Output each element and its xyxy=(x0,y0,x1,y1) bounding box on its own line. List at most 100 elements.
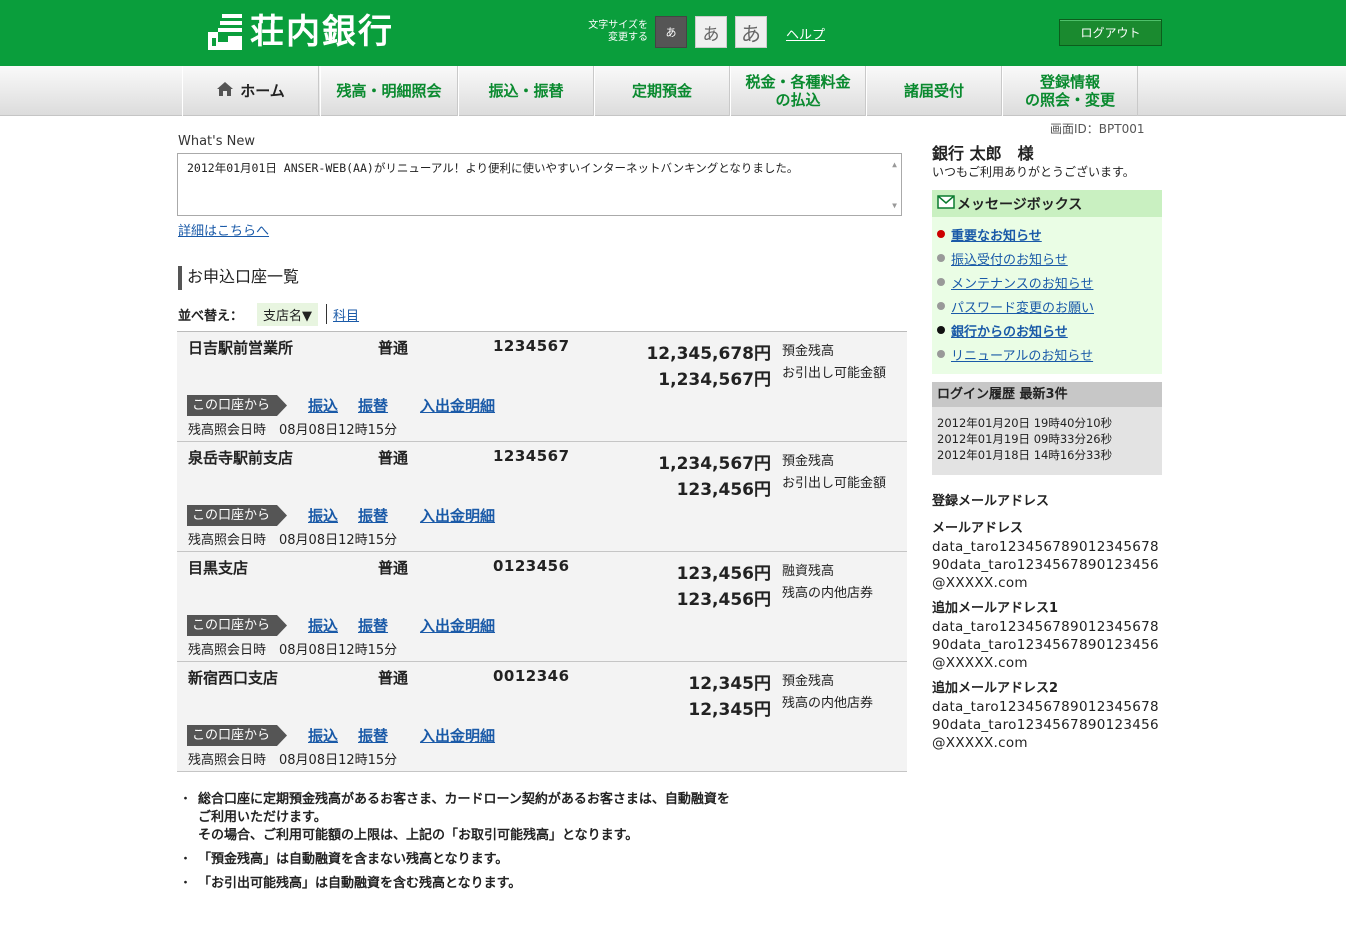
bullet-icon xyxy=(937,350,945,358)
screen-id: 画面ID：BPT001 xyxy=(1050,122,1145,136)
logo-text: 荘内銀行 xyxy=(250,12,394,52)
sort-divider xyxy=(326,304,328,324)
account-amount-primary: 12,345,678円 xyxy=(646,344,771,364)
account-amount-primary-label: 預金残高 xyxy=(782,344,835,359)
logout-button[interactable]: ログアウト xyxy=(1059,19,1162,46)
from-this-account-tag: この口座から xyxy=(187,505,287,526)
bullet-icon xyxy=(937,278,945,286)
account-type: 普通 xyxy=(378,559,409,577)
note-item: 「預金残高」は自動融資を含まない残高となります。 xyxy=(179,851,730,869)
account-type: 普通 xyxy=(378,339,409,357)
email-label: メールアドレス xyxy=(932,521,1024,536)
from-this-account-tag: この口座から xyxy=(187,725,287,746)
account-branch: 目黒支店 xyxy=(188,559,249,577)
account-amount-primary: 12,345円 xyxy=(688,674,771,694)
bank-logo[interactable]: 荘内銀行 xyxy=(206,12,394,52)
transfer-link[interactable]: 振込 xyxy=(308,395,338,416)
bullet-icon xyxy=(937,326,945,334)
bullet-icon xyxy=(937,302,945,310)
login-entry: 2012年01月18日 14時16分33秒 xyxy=(937,448,1113,462)
message-item[interactable]: パスワード変更のお願い xyxy=(932,294,1162,318)
account-amount-secondary-label: お引出し可能金額 xyxy=(782,476,887,491)
note-item: 総合口座に定期預金残高があるお客さま、カードローン契約があるお客さまは、自動融資… xyxy=(179,791,730,845)
scroll-down-icon[interactable]: ▼ xyxy=(892,198,897,213)
sort-by-subject-link[interactable]: 科目 xyxy=(333,305,359,324)
account-amount-primary-label: 預金残高 xyxy=(782,674,835,689)
user-name: 銀行 太郎 様 xyxy=(932,144,1034,163)
balance-inquiry-date: 残高照会日時 08月08日12時15分 xyxy=(188,643,398,658)
account-amount-secondary-label: 残高の内他店券 xyxy=(782,586,874,601)
statement-link[interactable]: 入出金明細 xyxy=(420,725,495,746)
account-amount-primary-label: 融資残高 xyxy=(782,564,835,579)
nav-registration[interactable]: 登録情報 の照会・変更 xyxy=(1002,66,1138,116)
nav-home[interactable]: ホーム xyxy=(182,66,319,116)
switch-link[interactable]: 振替 xyxy=(358,615,388,636)
mail-icon xyxy=(937,194,955,213)
account-branch: 泉岳寺駅前支店 xyxy=(188,449,294,467)
balance-inquiry-date: 残高照会日時 08月08日12時15分 xyxy=(188,753,398,768)
transfer-link[interactable]: 振込 xyxy=(308,505,338,526)
font-size-large-button[interactable]: あ xyxy=(735,16,767,48)
sort-row: 並べ替え： 支店名▼ 科目 xyxy=(178,302,359,326)
detail-link[interactable]: 詳細はこちらへ xyxy=(178,220,269,239)
bullet-icon xyxy=(937,254,945,262)
sort-by-branch-button[interactable]: 支店名▼ xyxy=(257,302,319,326)
logo-mark-icon xyxy=(206,12,244,52)
whats-new-textbox[interactable]: 2012年01月01日 ANSER-WEB(AA)がリニューアル！より便利に使い… xyxy=(177,153,902,216)
account-amount-secondary: 12,345円 xyxy=(688,700,771,720)
account-list-title: お申込口座一覧 xyxy=(178,266,299,290)
account-row: 泉岳寺駅前支店 普通 1234567 1,234,567円 預金残高 123,4… xyxy=(177,442,907,552)
account-row: 新宿西口支店 普通 0012346 12,345円 預金残高 12,345円 残… xyxy=(177,662,907,772)
nav-tax-payment[interactable]: 税金・各種料金 の払込 xyxy=(730,66,866,116)
message-item[interactable]: 振込受付のお知らせ xyxy=(932,246,1162,270)
account-row: 目黒支店 普通 0123456 123,456円 融資残高 123,456円 残… xyxy=(177,552,907,662)
account-amount-secondary: 1,234,567円 xyxy=(658,370,771,390)
message-item[interactable]: メンテナンスのお知らせ xyxy=(932,270,1162,294)
login-history: ログイン履歴 最新3件 2012年01月20日 19時40分10秒 2012年0… xyxy=(932,382,1162,475)
from-this-account-tag: この口座から xyxy=(187,615,287,636)
message-item[interactable]: 銀行からのお知らせ xyxy=(932,318,1162,342)
font-size-small-button[interactable]: あ xyxy=(655,16,687,48)
statement-link[interactable]: 入出金明細 xyxy=(420,505,495,526)
nav-balance[interactable]: 残高・明細照会 xyxy=(320,66,458,116)
notes: 総合口座に定期預金残高があるお客さま、カードローン契約があるお客さまは、自動融資… xyxy=(179,791,730,899)
account-number: 1234567 xyxy=(493,337,570,355)
header: 荘内銀行 文字サイズを 変更する あ あ あ ヘルプ ログアウト xyxy=(0,0,1346,66)
email-address: data_taro12345678901234567890data_taro12… xyxy=(932,539,1159,591)
help-link[interactable]: ヘルプ xyxy=(786,24,825,43)
message-box: メッセージボックス 重要なお知らせ 振込受付のお知らせ メンテナンスのお知らせ … xyxy=(932,190,1162,374)
nav-transfer[interactable]: 振込・振替 xyxy=(458,66,594,116)
account-branch: 新宿西口支店 xyxy=(188,669,279,687)
login-entry: 2012年01月20日 19時40分10秒 xyxy=(937,416,1113,430)
account-number: 0123456 xyxy=(493,557,570,575)
account-list: 日吉駅前営業所 普通 1234567 12,345,678円 預金残高 1,23… xyxy=(177,331,907,772)
message-box-header: メッセージボックス xyxy=(932,190,1162,217)
account-branch: 日吉駅前営業所 xyxy=(188,339,294,357)
account-amount-secondary: 123,456円 xyxy=(676,480,771,500)
additional-email-1: data_taro12345678901234567890data_taro12… xyxy=(932,619,1159,671)
transfer-link[interactable]: 振込 xyxy=(308,725,338,746)
scroll-up-icon[interactable]: ▲ xyxy=(892,157,897,172)
font-size-label: 文字サイズを 変更する xyxy=(588,20,648,43)
additional-email-1-label: 追加メールアドレス1 xyxy=(932,601,1059,616)
bullet-icon xyxy=(937,230,945,238)
from-this-account-tag: この口座から xyxy=(187,395,287,416)
font-size-medium-button[interactable]: あ xyxy=(695,16,727,48)
switch-link[interactable]: 振替 xyxy=(358,395,388,416)
switch-link[interactable]: 振替 xyxy=(358,505,388,526)
message-item[interactable]: リニューアルのお知らせ xyxy=(932,342,1162,366)
statement-link[interactable]: 入出金明細 xyxy=(420,615,495,636)
statement-link[interactable]: 入出金明細 xyxy=(420,395,495,416)
switch-link[interactable]: 振替 xyxy=(358,725,388,746)
message-item[interactable]: 重要なお知らせ xyxy=(932,222,1162,246)
account-amount-primary: 123,456円 xyxy=(676,564,771,584)
additional-email-2-label: 追加メールアドレス2 xyxy=(932,681,1059,696)
transfer-link[interactable]: 振込 xyxy=(308,615,338,636)
main-nav: ホーム 残高・明細照会 振込・振替 定期預金 税金・各種料金 の払込 諸届受付 … xyxy=(0,66,1346,116)
message-list: 重要なお知らせ 振込受付のお知らせ メンテナンスのお知らせ パスワード変更のお願… xyxy=(932,217,1162,366)
nav-time-deposit[interactable]: 定期預金 xyxy=(594,66,730,116)
login-entry: 2012年01月19日 09時33分26秒 xyxy=(937,432,1113,446)
note-item: 「お引出可能残高」は自動融資を含む残高となります。 xyxy=(179,875,730,893)
balance-inquiry-date: 残高照会日時 08月08日12時15分 xyxy=(188,533,398,548)
nav-forms[interactable]: 諸届受付 xyxy=(866,66,1002,116)
